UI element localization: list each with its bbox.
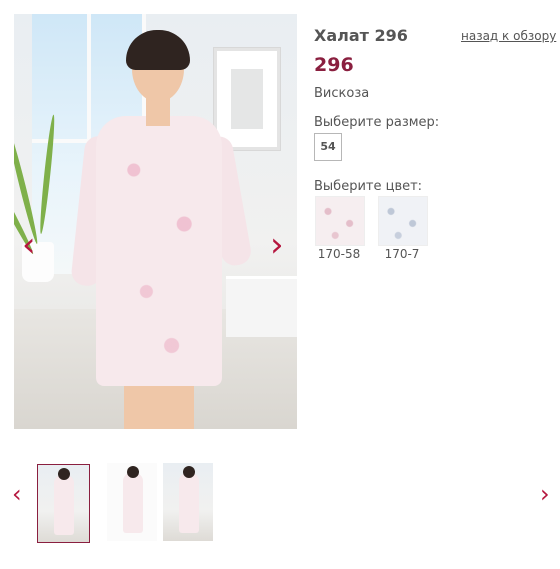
thumb-prev-arrow-icon[interactable]: ‹: [12, 482, 22, 506]
color-caption-170-7: 170-7: [384, 247, 420, 261]
thumbnail-2[interactable]: [107, 463, 157, 541]
back-to-overview-link[interactable]: назад к обзору: [461, 29, 556, 43]
product-title: Халат 296: [314, 26, 408, 45]
color-label: Выберите цвет:: [314, 179, 423, 194]
main-next-arrow-icon[interactable]: ›: [270, 228, 284, 262]
main-prev-arrow-icon[interactable]: ‹: [22, 228, 36, 262]
size-option-54[interactable]: 54: [314, 133, 342, 161]
thumb-next-arrow-icon[interactable]: ›: [540, 482, 550, 506]
color-swatch-170-7[interactable]: [378, 196, 428, 246]
model-figure: [70, 26, 254, 429]
thumbnail-1[interactable]: [37, 464, 90, 543]
thumbnail-3[interactable]: [163, 463, 213, 541]
product-material: Вискоза: [314, 86, 370, 101]
product-price: 296: [314, 54, 354, 76]
color-swatch-170-58[interactable]: [315, 196, 365, 246]
color-caption-170-58: 170-58: [317, 247, 361, 261]
size-label: Выберите размер:: [314, 115, 440, 130]
robe: [96, 116, 222, 386]
main-product-photo: [14, 14, 297, 429]
